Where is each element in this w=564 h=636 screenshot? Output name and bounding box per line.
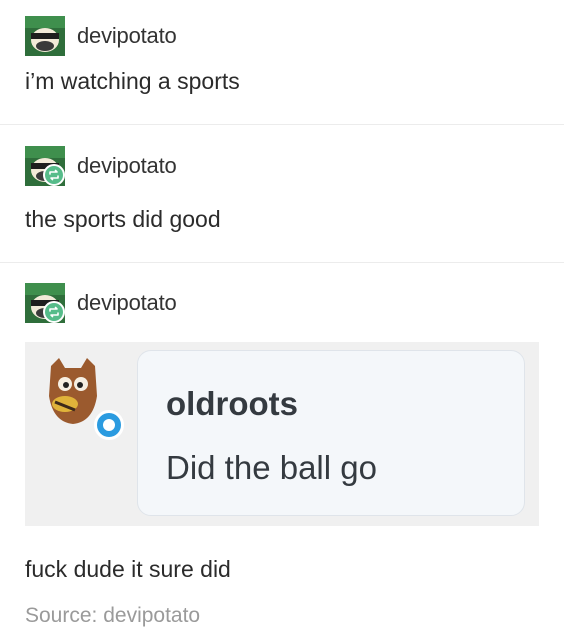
post-text: the sports did good [25,206,221,232]
source-link[interactable]: Source: devipotato [25,604,200,628]
avatar[interactable] [25,146,65,186]
reblog-icon [43,301,65,323]
avatar[interactable] [25,283,65,323]
chat-avatar [41,356,124,440]
username[interactable]: devipotato [77,153,177,179]
avatar-icon [25,16,65,56]
chat-status-icon [94,410,124,440]
avatar[interactable] [25,16,65,56]
post-text: fuck dude it sure did [25,556,231,582]
chat-screenshot: oldroots Did the ball go [25,342,539,526]
post-1-author[interactable]: devipotato [25,16,177,56]
divider [0,124,564,125]
chat-bubble: oldroots Did the ball go [137,350,525,516]
owl-avatar-icon [49,358,97,424]
chat-message: Did the ball go [166,449,377,486]
chat-username: oldroots [166,385,298,422]
username[interactable]: devipotato [77,23,177,49]
post-2-author[interactable]: devipotato [25,146,177,186]
post-3-author[interactable]: devipotato [25,283,177,323]
username[interactable]: devipotato [77,290,177,316]
post-text: i’m watching a sports [25,68,240,94]
divider [0,262,564,263]
reblog-icon [43,164,65,186]
